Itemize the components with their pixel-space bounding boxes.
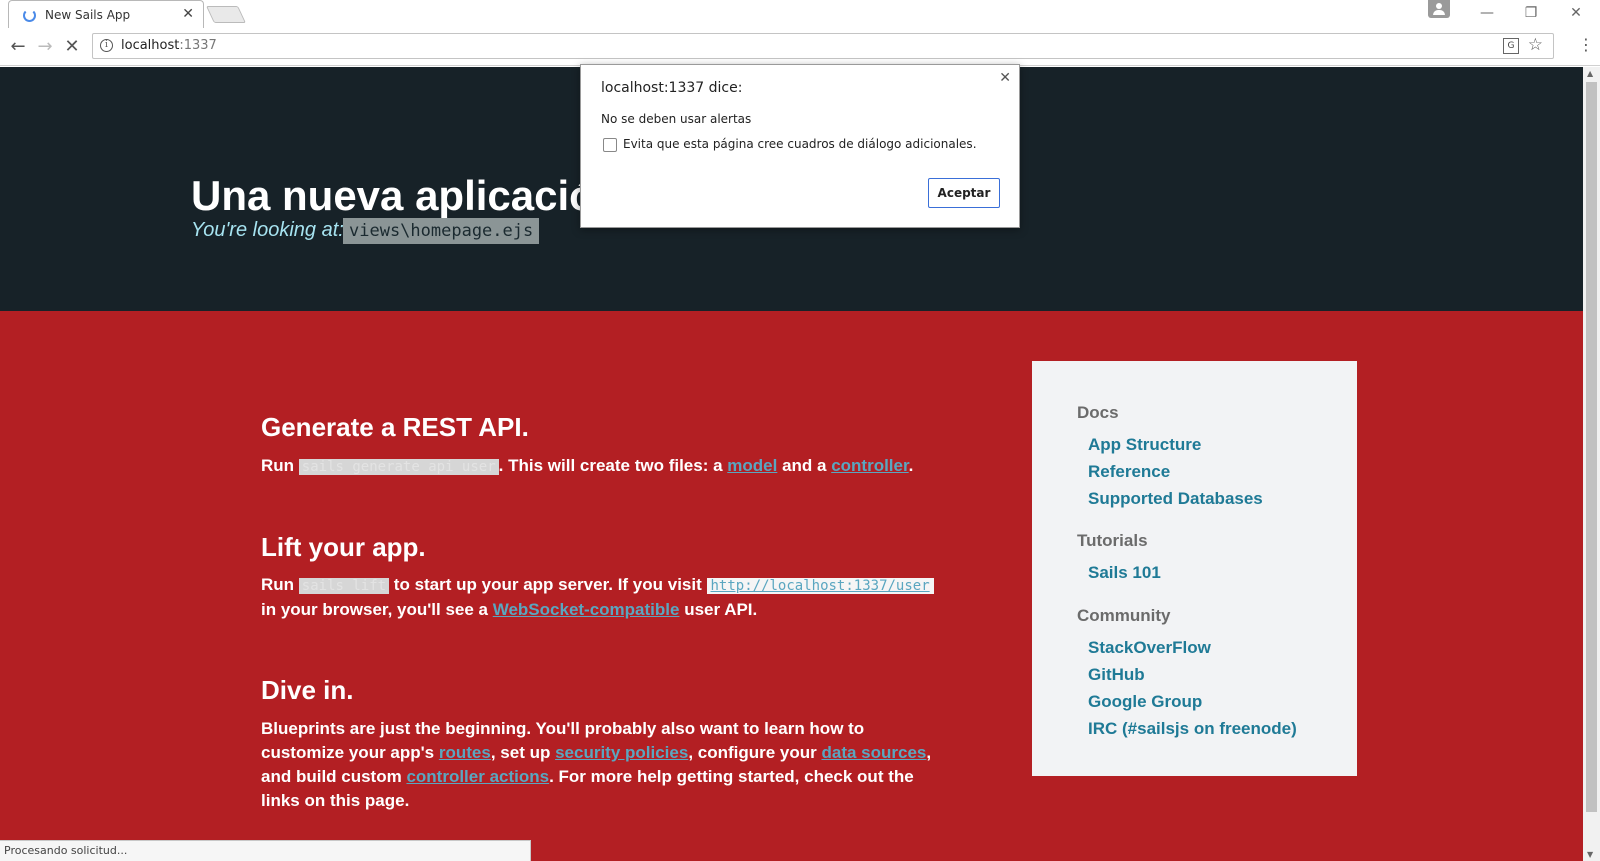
link-reference[interactable]: Reference xyxy=(1088,462,1170,482)
links-sidebar: Docs App Structure Reference Supported D… xyxy=(1032,361,1357,776)
address-bar[interactable]: i localhost:1337 G ☆ xyxy=(92,33,1554,59)
forward-icon[interactable]: → xyxy=(33,35,57,59)
url-text: localhost:1337 xyxy=(121,38,217,53)
link-irc[interactable]: IRC (#sailsjs on freenode) xyxy=(1088,719,1297,739)
bookmark-star-icon[interactable]: ☆ xyxy=(1528,35,1543,55)
new-tab-button[interactable] xyxy=(206,6,246,23)
link-app-structure[interactable]: App Structure xyxy=(1088,435,1201,455)
back-icon[interactable]: ← xyxy=(6,35,30,59)
page-scrollbar[interactable]: ▲ ▼ xyxy=(1583,67,1600,861)
tab-strip: New Sails App ✕ — ❐ ✕ xyxy=(0,0,1600,29)
dialog-message: No se deben usar alertas xyxy=(601,112,752,126)
main-content: Generate a REST API. Run sails generate … xyxy=(0,311,1583,861)
link-controller[interactable]: controller xyxy=(831,456,908,475)
minimize-icon[interactable]: — xyxy=(1466,0,1508,28)
section-text-dive: Blueprints are just the beginning. You'l… xyxy=(261,719,932,810)
page-title: Una nueva aplicació xyxy=(191,172,595,219)
browser-tab[interactable]: New Sails App ✕ xyxy=(8,0,204,29)
community-heading: Community xyxy=(1077,606,1171,625)
link-github[interactable]: GitHub xyxy=(1088,665,1145,685)
command-generate: sails generate api user xyxy=(298,459,499,475)
link-security-policies[interactable]: security policies xyxy=(555,743,688,762)
link-routes[interactable]: routes xyxy=(439,743,491,762)
tutorials-heading: Tutorials xyxy=(1077,531,1148,550)
scrollbar-thumb[interactable] xyxy=(1586,82,1597,812)
tab-title: New Sails App xyxy=(45,8,131,22)
command-lift: sails lift xyxy=(298,578,390,594)
docs-heading: Docs xyxy=(1077,403,1119,422)
tab-close-icon[interactable]: ✕ xyxy=(182,6,194,22)
alert-dialog: localhost:1337 dice: ✕ No se deben usar … xyxy=(580,64,1020,228)
menu-icon[interactable]: ⋮ xyxy=(1578,35,1594,54)
dialog-title: localhost:1337 dice: xyxy=(601,80,743,96)
looking-at-label: You're looking at: xyxy=(191,219,344,241)
link-localhost-user[interactable]: http://localhost:1337/user xyxy=(706,578,934,594)
info-icon[interactable]: i xyxy=(100,39,113,52)
window-close-icon[interactable]: ✕ xyxy=(1555,0,1597,28)
link-controller-actions[interactable]: controller actions xyxy=(406,767,549,786)
link-websocket[interactable]: WebSocket-compatible xyxy=(493,600,680,619)
section-title-lift: Lift your app. xyxy=(261,532,426,562)
scroll-down-icon[interactable]: ▼ xyxy=(1587,850,1593,859)
scroll-up-icon[interactable]: ▲ xyxy=(1587,69,1593,78)
restore-icon[interactable]: ❐ xyxy=(1510,0,1552,28)
section-title-dive: Dive in. xyxy=(261,675,354,705)
dialog-close-icon[interactable]: ✕ xyxy=(999,70,1011,86)
suppress-dialogs-checkbox[interactable] xyxy=(603,138,617,152)
section-title-rest: Generate a REST API. xyxy=(261,412,529,442)
link-stackoverflow[interactable]: StackOverFlow xyxy=(1088,638,1211,658)
link-supported-databases[interactable]: Supported Databases xyxy=(1088,489,1263,509)
section-text-lift: Run sails lift to start up your app serv… xyxy=(261,573,951,622)
browser-toolbar: ← → ✕ i localhost:1337 G ☆ ⋮ xyxy=(0,28,1600,66)
link-sails-101[interactable]: Sails 101 xyxy=(1088,563,1161,583)
loading-spinner-icon xyxy=(23,9,36,22)
link-google-group[interactable]: Google Group xyxy=(1088,692,1202,712)
section-text-rest: Run sails generate api user. This will c… xyxy=(261,456,914,475)
link-model[interactable]: model xyxy=(727,456,777,475)
stop-icon[interactable]: ✕ xyxy=(60,35,84,59)
file-path-code: views\homepage.ejs xyxy=(343,218,540,244)
status-bar: Procesando solicitud... xyxy=(0,840,531,861)
accept-button[interactable]: Aceptar xyxy=(928,178,1000,208)
suppress-dialogs-label[interactable]: Evita que esta página cree cuadros de di… xyxy=(623,137,977,151)
link-data-sources[interactable]: data sources xyxy=(822,743,927,762)
translate-icon[interactable]: G xyxy=(1503,38,1519,54)
profile-icon[interactable] xyxy=(1428,0,1450,18)
